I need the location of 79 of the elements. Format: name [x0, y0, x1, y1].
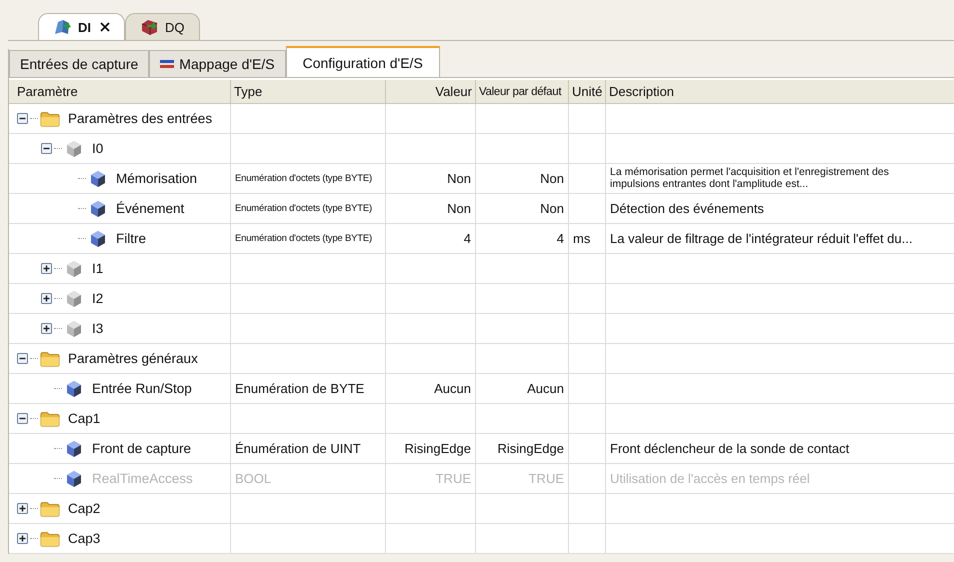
parameter-name: Événement: [116, 201, 184, 216]
description-text: Utilisation de l'accès en temps réel: [610, 471, 810, 486]
unit-text: ms: [573, 231, 590, 246]
expander-icon[interactable]: [17, 353, 28, 364]
editor-tab[interactable]: DQ: [125, 13, 200, 40]
column-header[interactable]: Description: [606, 80, 954, 103]
expander-icon[interactable]: [41, 323, 52, 334]
close-icon[interactable]: [100, 22, 110, 32]
folder-icon: [40, 110, 60, 128]
cube-icon: [64, 290, 84, 308]
default-value-text: 4: [556, 231, 564, 246]
parameter-name: RealTimeAccess: [92, 471, 193, 486]
module-icon: [140, 18, 160, 36]
column-header[interactable]: Valeur: [386, 80, 476, 103]
type-text: BOOL: [235, 471, 272, 486]
column-header[interactable]: Unité: [569, 80, 606, 103]
value-text: Non: [447, 201, 471, 216]
expander-icon[interactable]: [41, 143, 52, 154]
description-text: La valeur de filtrage de l'intégrateur réduit l'effet du...: [610, 231, 912, 246]
module-icon: [53, 18, 73, 36]
expander-icon[interactable]: [17, 503, 28, 514]
type-text: Enumération de BYTE: [235, 381, 364, 396]
value-text: 4: [464, 231, 471, 246]
default-value-text: TRUE: [528, 471, 564, 486]
folder-icon: [40, 530, 60, 548]
cube-icon: [64, 260, 84, 278]
cube-icon: [64, 380, 84, 398]
default-value-text: Non: [540, 201, 564, 216]
tab-label: DQ: [165, 20, 184, 34]
type-text: Enumération d'octets (type BYTE): [235, 203, 372, 214]
default-value-text: Aucun: [527, 381, 564, 396]
parameter-name: Mémorisation: [116, 171, 198, 186]
type-text: Enumération d'octets (type BYTE): [235, 233, 372, 244]
parameter-name: I2: [92, 291, 104, 306]
tab-label: DI: [78, 20, 91, 34]
tab[interactable]: Mappage d'E/S: [149, 50, 286, 77]
description-text: Front déclencheur de la sonde de contact: [610, 441, 850, 456]
cube-icon: [64, 320, 84, 338]
parameter-name: I0: [92, 141, 104, 156]
parameter-name: Entrée Run/Stop: [92, 381, 192, 396]
folder-icon: [40, 350, 60, 368]
parameter-name: Front de capture: [92, 441, 192, 456]
cube-icon: [64, 470, 84, 488]
cube-icon: [88, 170, 108, 188]
cube-icon: [64, 440, 84, 458]
cube-icon: [88, 200, 108, 218]
folder-icon: [40, 410, 60, 428]
parameter-name: Paramètres généraux: [68, 351, 198, 366]
value-text: TRUE: [436, 471, 471, 486]
expander-icon[interactable]: [17, 533, 28, 544]
expander-icon[interactable]: [17, 113, 28, 124]
parameter-name: I3: [92, 321, 104, 336]
parameter-name: Filtre: [116, 231, 146, 246]
expander-icon[interactable]: [41, 293, 52, 304]
type-text: Enumération d'octets (type BYTE): [235, 173, 372, 184]
column-header[interactable]: Valeur par défaut: [476, 80, 569, 103]
tab[interactable]: Configuration d'E/S: [286, 46, 440, 77]
default-value-text: RisingEdge: [498, 441, 564, 456]
description-text: La mémorisation permet l'acquisition et l'enregistrement des impulsions entrantes dont l'amplitude est...: [610, 166, 890, 190]
column-header[interactable]: Type: [231, 80, 386, 103]
cube-icon: [64, 140, 84, 158]
folder-icon: [40, 500, 60, 518]
cube-icon: [88, 230, 108, 248]
parameter-name: Paramètres des entrées: [68, 111, 212, 126]
description-text: Détection des événements: [610, 201, 764, 216]
parameter-name: Cap1: [68, 411, 100, 426]
parameter-name: I1: [92, 261, 104, 276]
type-text: Énumération de UINT: [235, 441, 361, 456]
tab[interactable]: Entrées de capture: [9, 50, 150, 77]
parameter-name: Cap2: [68, 501, 100, 516]
column-header[interactable]: Paramètre: [9, 80, 231, 103]
parameter-name: Cap3: [68, 531, 100, 546]
value-text: Non: [447, 171, 471, 186]
default-value-text: Non: [540, 171, 564, 186]
value-text: RisingEdge: [404, 441, 471, 456]
expander-icon[interactable]: [41, 263, 52, 274]
editor-tab[interactable]: DI: [38, 13, 125, 40]
expander-icon[interactable]: [17, 413, 28, 424]
value-text: Aucun: [434, 381, 471, 396]
